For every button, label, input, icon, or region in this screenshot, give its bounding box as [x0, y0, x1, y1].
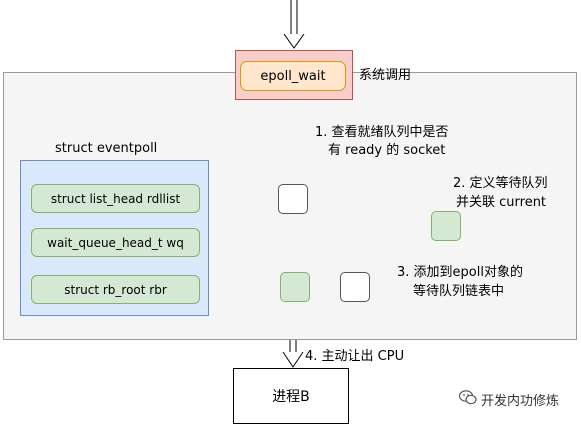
field-wq[interactable]: wait_queue_head_t wq	[31, 228, 200, 257]
step3-label-line1: 3. 添加到epoll对象的	[397, 265, 523, 280]
queued-wait-node	[280, 272, 310, 302]
step3-label-line2: 等待队列链表中	[413, 284, 505, 299]
wait-entry-node	[431, 211, 461, 241]
field-rdllist[interactable]: struct list_head rdllist	[31, 184, 200, 213]
step1-label-line2: 有 ready 的 socket	[328, 143, 446, 158]
field-rbr[interactable]: struct rb_root rbr	[31, 275, 200, 304]
process-b-box: 进程B	[233, 368, 349, 424]
watermark-text: 开发内功修炼	[480, 394, 559, 409]
eventpoll-title: struct eventpoll	[55, 141, 158, 156]
entry-arrow	[283, 0, 305, 49]
step2-label-line2: 并关联 current	[456, 195, 547, 210]
existing-wait-node	[340, 272, 370, 302]
watermark: 开发内功修炼	[458, 390, 559, 409]
check-node	[278, 184, 308, 214]
step4-label: 4. 主动让出 CPU	[305, 349, 405, 364]
step1-label-line1: 1. 查看就绪队列中是否	[315, 125, 449, 140]
syscall-label: 系统调用	[359, 68, 412, 83]
wechat-icon	[458, 390, 477, 409]
epoll-wait-button[interactable]: epoll_wait	[240, 61, 346, 91]
step2-label-line1: 2. 定义等待队列	[453, 176, 548, 191]
